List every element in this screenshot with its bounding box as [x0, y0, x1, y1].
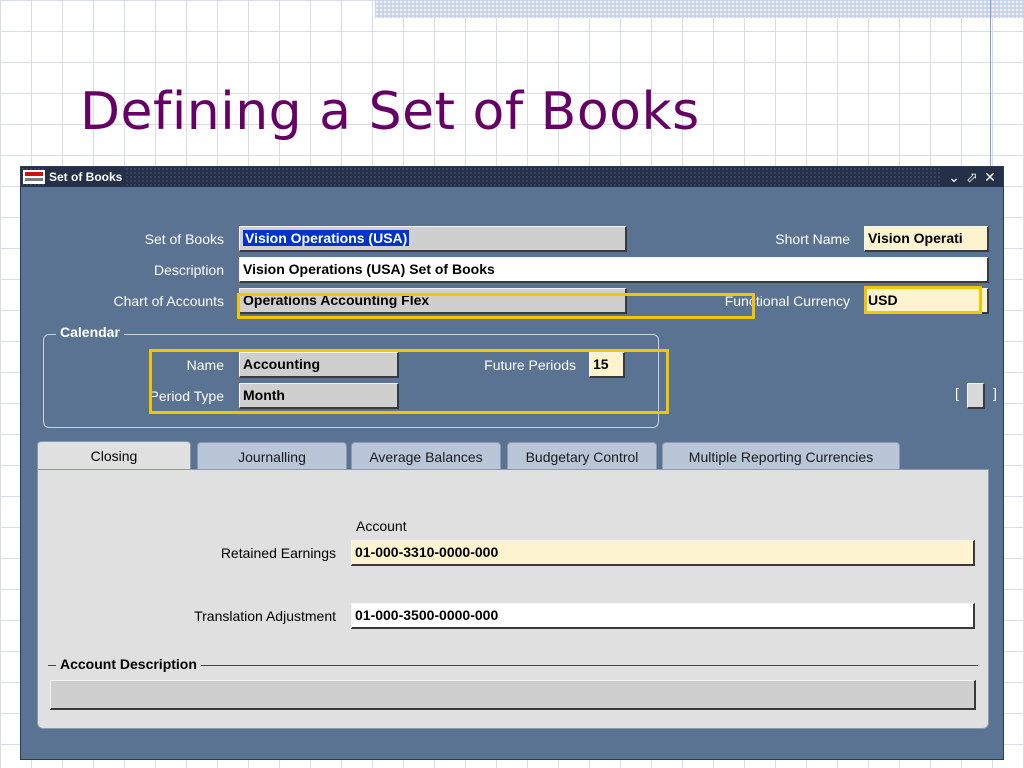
short-name-field[interactable]: Vision Operati: [864, 226, 989, 252]
tab-multiple-reporting-currencies[interactable]: Multiple Reporting Currencies: [662, 442, 900, 472]
set-of-books-window: Set of Books ⌄ ⬀ ✕ Set of Books Vision O…: [20, 166, 1004, 760]
minimize-icon[interactable]: ⌄: [945, 167, 963, 187]
retained-earnings-label: Retained Earnings: [220, 545, 336, 561]
highlight-calendar: [149, 349, 669, 414]
set-of-books-field[interactable]: Vision Operations (USA): [239, 226, 627, 252]
tab-journalling[interactable]: Journalling: [197, 442, 347, 472]
tab-average-balances[interactable]: Average Balances: [351, 442, 501, 472]
window-controls: ⌄ ⬀ ✕: [941, 167, 1003, 187]
closing-tab-panel: Account Retained Earnings 01-000-3310-00…: [37, 469, 989, 729]
oracle-app-icon: [23, 170, 45, 184]
short-name-label: Short Name: [775, 231, 850, 247]
window-title: Set of Books: [45, 167, 127, 187]
account-column-header: Account: [356, 518, 407, 534]
calendar-group-title: Calendar: [56, 324, 124, 340]
translation-adjustment-field[interactable]: 01-000-3500-0000-000: [351, 603, 975, 629]
description-label: Description: [153, 262, 224, 278]
side-bracket-right: ]: [993, 385, 997, 401]
close-icon[interactable]: ✕: [981, 167, 999, 187]
account-description-field[interactable]: [50, 680, 976, 710]
description-field[interactable]: Vision Operations (USA) Set of Books: [239, 257, 989, 283]
tab-closing[interactable]: Closing: [37, 441, 191, 471]
translation-adjustment-label: Translation Adjustment: [194, 608, 336, 624]
descriptive-flexfield-button[interactable]: [967, 383, 985, 409]
side-bracket-left: [: [955, 385, 959, 401]
tab-budgetary-control[interactable]: Budgetary Control: [507, 442, 657, 472]
chart-of-accounts-label: Chart of Accounts: [113, 293, 224, 309]
account-description-title: Account Description: [56, 656, 201, 672]
retained-earnings-field[interactable]: 01-000-3310-0000-000: [351, 540, 975, 566]
slide-rule: [990, 0, 991, 170]
set-of-books-label: Set of Books: [144, 231, 224, 247]
slide-title: Defining a Set of Books: [80, 82, 700, 142]
window-titlebar[interactable]: Set of Books ⌄ ⬀ ✕: [21, 167, 1003, 187]
highlight-chart-of-accounts: [237, 293, 755, 319]
maximize-icon[interactable]: ⬀: [963, 167, 981, 187]
slide-top-band: [375, 0, 1024, 18]
set-of-books-value: Vision Operations (USA): [243, 230, 410, 246]
highlight-functional-currency: [864, 286, 982, 314]
